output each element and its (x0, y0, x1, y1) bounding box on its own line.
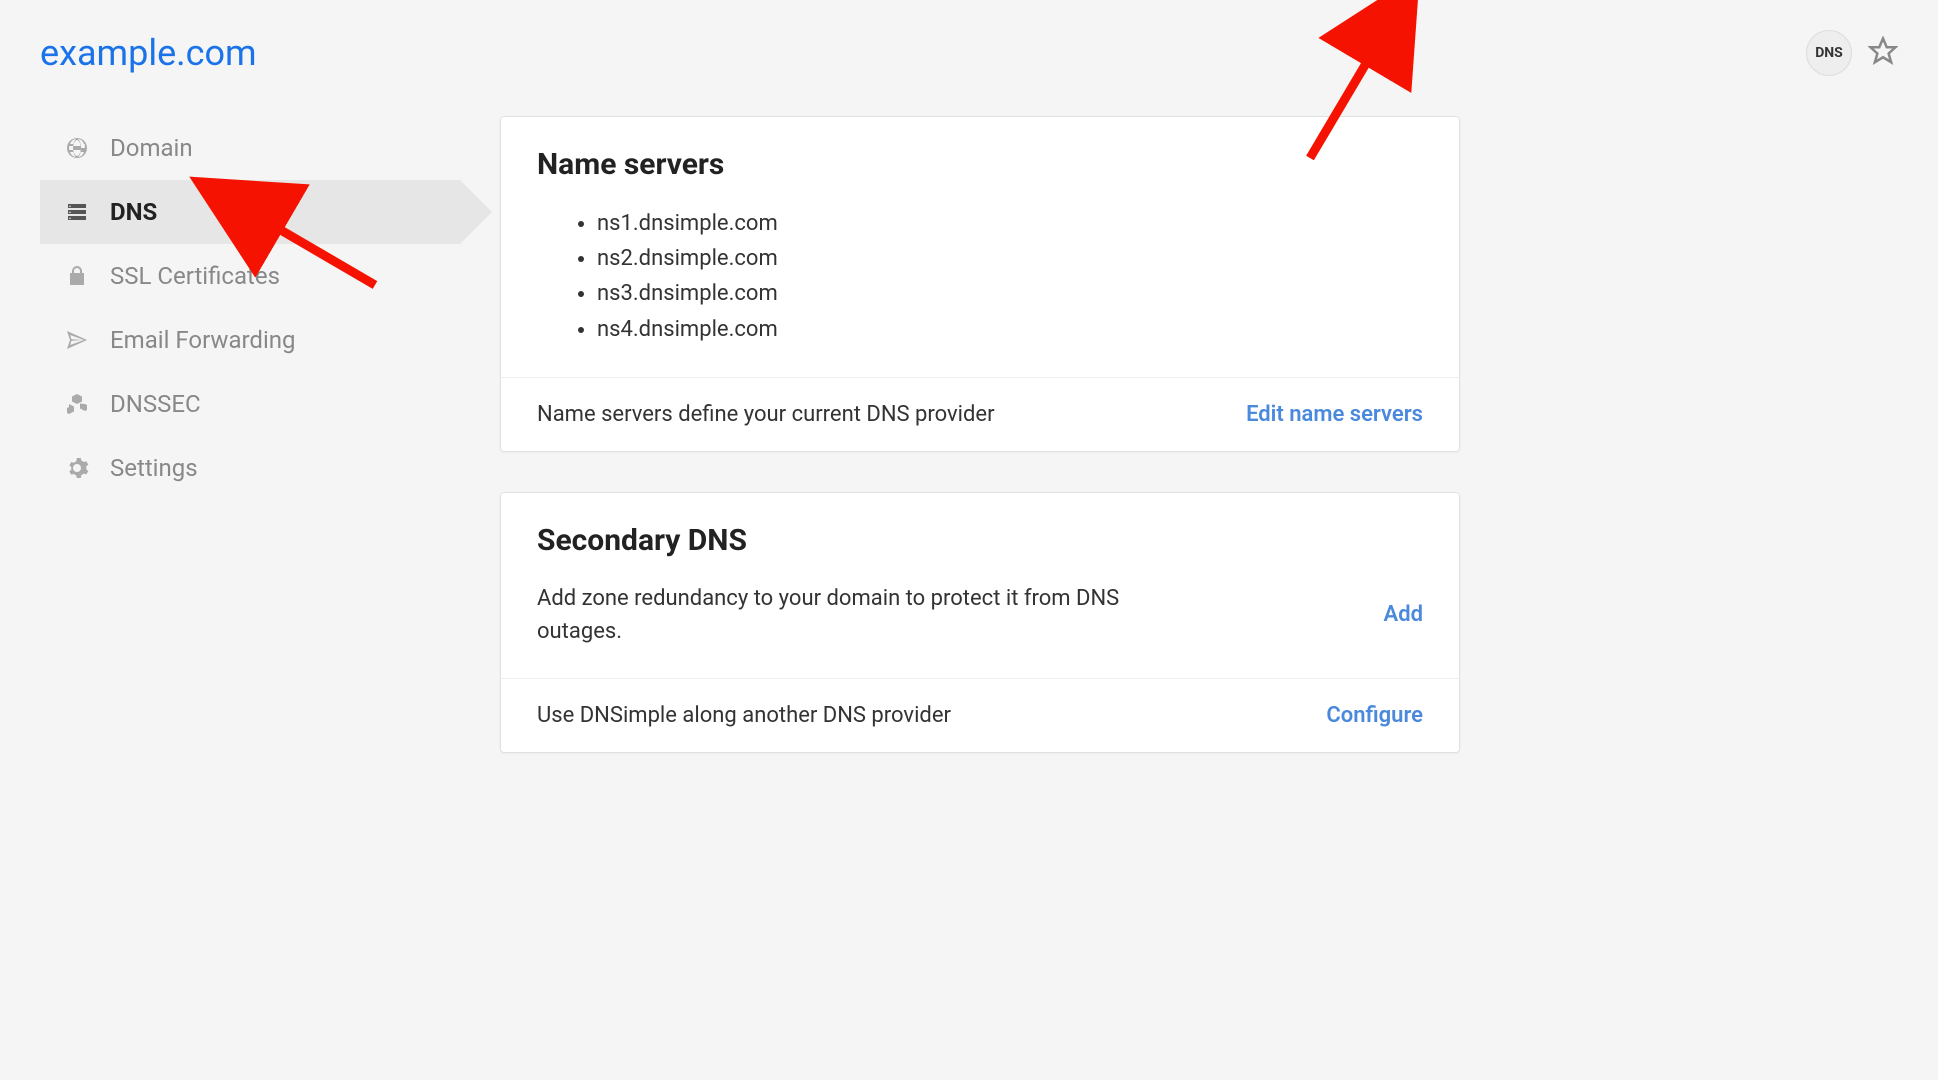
sidebar-item-label: Settings (110, 454, 198, 482)
sidebar-item-email-forwarding[interactable]: Email Forwarding (40, 308, 460, 372)
card-description: Add zone redundancy to your domain to pr… (537, 582, 1177, 648)
sidebar-item-dnssec[interactable]: DNSSEC (40, 372, 460, 436)
list-item: ns1.dnsimple.com (597, 206, 1423, 241)
list-item: ns3.dnsimple.com (597, 276, 1423, 311)
configure-secondary-dns-link[interactable]: Configure (1326, 703, 1423, 728)
sidebar-item-domain[interactable]: Domain (40, 116, 460, 180)
sidebar-item-label: Domain (110, 134, 193, 162)
edit-name-servers-link[interactable]: Edit name servers (1246, 402, 1423, 427)
sidebar-item-label: DNS (110, 198, 157, 226)
sidebar-item-label: DNSSEC (110, 390, 201, 418)
star-icon[interactable] (1868, 36, 1898, 70)
globe-icon (64, 136, 90, 160)
card-title: Secondary DNS (537, 523, 1423, 558)
sidebar-item-label: Email Forwarding (110, 326, 296, 354)
card-title: Name servers (537, 147, 1423, 182)
card-secondary-dns: Secondary DNS Add zone redundancy to you… (500, 492, 1460, 753)
sidebar-item-dns[interactable]: DNS (40, 180, 460, 244)
header-actions: DNS (1806, 30, 1898, 76)
list-item: ns2.dnsimple.com (597, 241, 1423, 276)
dns-badge[interactable]: DNS (1806, 30, 1852, 76)
gear-icon (64, 456, 90, 480)
list-item: ns4.dnsimple.com (597, 312, 1423, 347)
footer-text: Name servers define your current DNS pro… (537, 402, 995, 427)
footer-text: Use DNSimple along another DNS provider (537, 703, 951, 728)
lock-icon (64, 264, 90, 288)
cubes-icon (64, 392, 90, 416)
sidebar-item-ssl[interactable]: SSL Certificates (40, 244, 460, 308)
paper-plane-icon (64, 328, 90, 352)
domain-title[interactable]: example.com (40, 32, 257, 74)
sidebar: Domain DNS SSL Certificates Email Forwar… (40, 116, 460, 753)
sidebar-item-settings[interactable]: Settings (40, 436, 460, 500)
card-name-servers: Name servers ns1.dnsimple.com ns2.dnsimp… (500, 116, 1460, 452)
name-server-list: ns1.dnsimple.com ns2.dnsimple.com ns3.dn… (537, 206, 1423, 347)
page-header: example.com DNS (40, 30, 1898, 76)
main-content: Name servers ns1.dnsimple.com ns2.dnsimp… (500, 116, 1460, 753)
add-secondary-dns-link[interactable]: Add (1384, 602, 1423, 627)
sidebar-item-label: SSL Certificates (110, 262, 280, 290)
server-icon (64, 200, 90, 224)
